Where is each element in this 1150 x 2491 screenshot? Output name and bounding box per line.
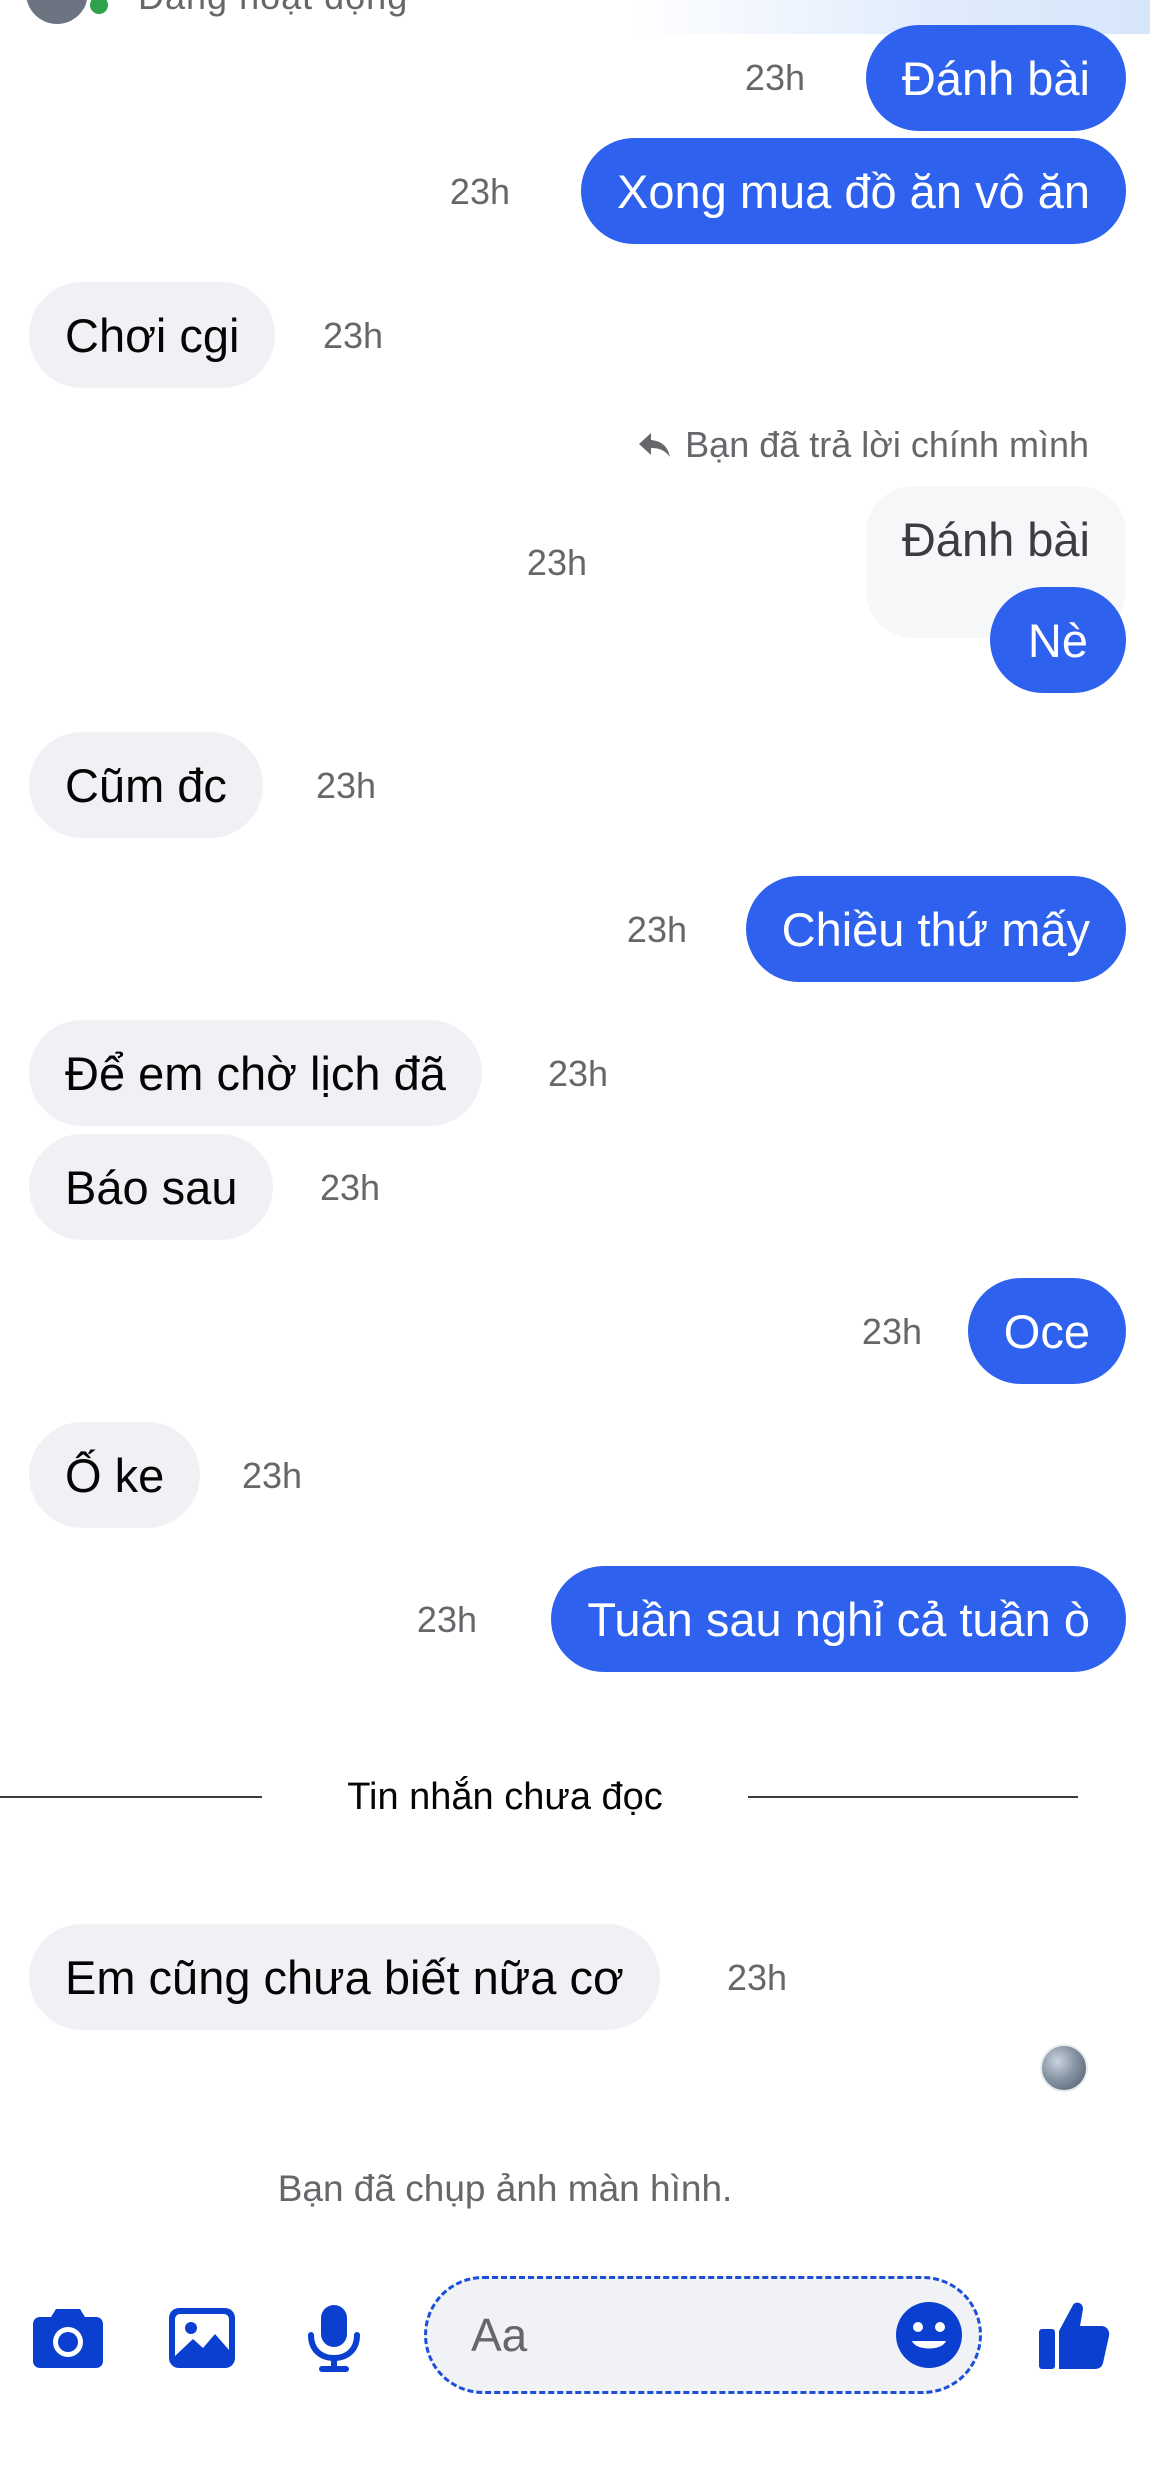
message-time: 23h [744,57,805,98]
emoji-button[interactable] [893,2299,965,2371]
message-input[interactable]: Aa [424,2276,982,2394]
message-time: 23h [626,909,687,950]
active-status-text: Đang hoạt động [138,0,408,18]
microphone-icon [308,2305,360,2372]
like-button[interactable] [1034,2296,1114,2376]
message-time: 23h [323,315,384,356]
gallery-button[interactable] [166,2302,238,2374]
reply-note-text: Bạn đã trả lời chính mình [685,424,1089,465]
reply-note: Bạn đã trả lời chính mình [637,424,1089,466]
emoji-icon [896,2302,962,2368]
divider-line-right [748,1796,1078,1798]
seen-receipt-avatar [1040,2044,1088,2092]
message-time: 23h [320,1167,381,1208]
message-bubble-incoming[interactable]: Báo sau [29,1134,274,1240]
message-bubble-outgoing[interactable]: Đánh bài [865,25,1126,131]
message-bubble-outgoing[interactable]: Xong mua đồ ăn vô ăn [581,138,1126,244]
message-time: 23h [242,1455,303,1496]
message-time: 23h [548,1053,609,1094]
message-bubble-incoming[interactable]: Ố ke [29,1422,201,1528]
message-time: 23h [727,1957,788,1998]
message-time: 23h [526,542,587,583]
message-time: 23h [416,1599,477,1640]
message-bubble-incoming[interactable]: Em cũng chưa biết nữa cơ [29,1924,660,2030]
like-icon [1039,2302,1110,2369]
camera-icon [33,2309,103,2368]
message-bubble-outgoing[interactable]: Chiều thứ mấy [745,876,1126,982]
camera-button[interactable] [32,2302,104,2374]
screenshot-notice: Bạn đã chụp ảnh màn hình. [277,2168,733,2209]
message-bubble-incoming[interactable]: Cũm đc [29,732,263,838]
message-bubble-incoming[interactable]: Chơi cgi [29,282,276,388]
message-input-placeholder: Aa [471,2309,528,2361]
message-bubble-outgoing[interactable]: Tuần sau nghỉ cả tuần ò [551,1566,1126,1672]
image-icon [169,2308,235,2368]
message-time: 23h [861,1311,922,1352]
message-bubble-outgoing[interactable]: Oce [967,1278,1126,1384]
message-bubble-outgoing[interactable]: Nè [989,587,1126,693]
message-bubble-incoming[interactable]: Để em chờ lịch đã [29,1020,482,1126]
reply-arrow-icon [639,433,671,457]
voice-button[interactable] [298,2302,370,2374]
message-time: 23h [316,765,377,806]
message-time: 23h [449,171,510,212]
